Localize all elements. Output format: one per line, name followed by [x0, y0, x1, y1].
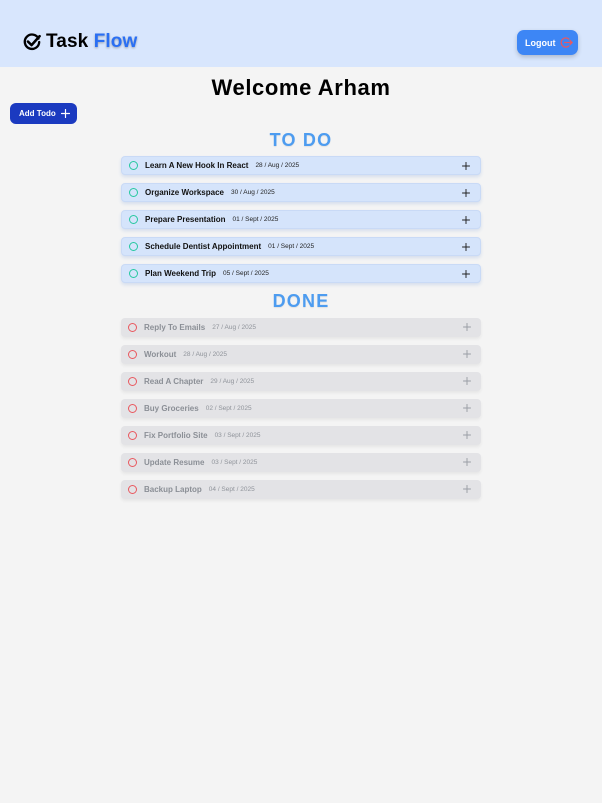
done-item-title: Update Resume: [144, 458, 205, 467]
undo-toggle-circle-icon[interactable]: [128, 377, 137, 386]
todo-item-date: 01 / Sept / 2025: [232, 216, 279, 223]
todo-item-plus-icon[interactable]: [462, 189, 470, 197]
done-item-plus-icon[interactable]: [463, 404, 471, 412]
done-item-title: Read A Chapter: [144, 377, 204, 386]
done-item-date: 04 / Sept / 2025: [208, 486, 255, 493]
logout-icon: [560, 37, 573, 48]
plus-icon: [60, 109, 70, 118]
check-circle-icon: [23, 33, 41, 51]
done-list: Reply To Emails 27 / Aug / 2025 Workout 28 …: [121, 318, 481, 499]
done-item-date: 29 / Aug / 2025: [210, 378, 255, 385]
done-item-date: 27 / Aug / 2025: [212, 324, 256, 331]
undo-toggle-circle-icon[interactable]: [128, 404, 137, 413]
done-item[interactable]: Read A Chapter 29 / Aug / 2025: [121, 372, 481, 391]
todo-item[interactable]: Plan Weekend Trip 05 / Sept / 2025: [121, 264, 481, 283]
todo-item-title: Learn A New Hook In React: [145, 161, 249, 170]
done-item-plus-icon[interactable]: [463, 377, 471, 385]
complete-toggle-circle-icon[interactable]: [129, 188, 138, 197]
todo-item-date: 30 / Aug / 2025: [231, 189, 275, 196]
add-todo-button[interactable]: Add Todo: [10, 103, 77, 124]
welcome-heading: Welcome Arham: [211, 75, 391, 100]
todo-item-date: 05 / Sept / 2025: [222, 270, 269, 277]
brand-flow-text: Flow: [93, 31, 138, 52]
done-item-date: 03 / Sept / 2025: [214, 432, 261, 439]
todo-item[interactable]: Organize Workspace 30 / Aug / 2025: [121, 183, 481, 202]
done-item[interactable]: Buy Groceries 02 / Sept / 2025: [121, 399, 481, 418]
done-item-date: 28 / Aug / 2025: [183, 351, 228, 358]
logout-button[interactable]: Logout: [517, 30, 578, 55]
done-item-title: Fix Portfolio Site: [144, 431, 208, 440]
done-item[interactable]: Fix Portfolio Site 03 / Sept / 2025: [121, 426, 481, 445]
todo-item-plus-icon[interactable]: [462, 243, 470, 251]
done-item-title: Buy Groceries: [144, 404, 199, 413]
todo-list: Learn A New Hook In React 28 / Aug / 2025…: [121, 156, 481, 283]
todo-item-plus-icon[interactable]: [462, 270, 470, 278]
todo-item-date: 28 / Aug / 2025: [255, 162, 300, 169]
done-item-title: Workout: [144, 350, 177, 359]
add-todo-label: Add Todo: [19, 109, 56, 118]
done-item[interactable]: Workout 28 / Aug / 2025: [121, 345, 481, 364]
todo-item[interactable]: Prepare Presentation 01 / Sept / 2025: [121, 210, 481, 229]
complete-toggle-circle-icon[interactable]: [129, 242, 138, 251]
todo-item-title: Organize Workspace: [145, 188, 224, 197]
done-item-plus-icon[interactable]: [463, 431, 471, 439]
todo-item-title: Schedule Dentist Appointment: [145, 242, 262, 251]
todo-item[interactable]: Schedule Dentist Appointment 01 / Sept / …: [121, 237, 481, 256]
todo-item-plus-icon[interactable]: [462, 162, 470, 170]
done-item-plus-icon[interactable]: [463, 458, 471, 466]
brand-task-text: Task: [46, 31, 89, 52]
logout-label: Logout: [525, 37, 556, 48]
undo-toggle-circle-icon[interactable]: [128, 458, 137, 467]
todo-item[interactable]: Learn A New Hook In React 28 / Aug / 2025: [121, 156, 481, 175]
done-item-title: Backup Laptop: [144, 485, 202, 494]
complete-toggle-circle-icon[interactable]: [129, 269, 138, 278]
undo-toggle-circle-icon[interactable]: [128, 431, 137, 440]
complete-toggle-circle-icon[interactable]: [129, 161, 138, 170]
done-item-date: 03 / Sept / 2025: [211, 459, 258, 466]
done-item-date: 02 / Sept / 2025: [205, 405, 252, 412]
done-item-plus-icon[interactable]: [463, 323, 471, 331]
complete-toggle-circle-icon[interactable]: [129, 215, 138, 224]
undo-toggle-circle-icon[interactable]: [128, 350, 137, 359]
todo-item-date: 01 / Sept / 2025: [268, 243, 315, 250]
done-item[interactable]: Update Resume 03 / Sept / 2025: [121, 453, 481, 472]
todo-section-title: TO DO: [269, 130, 333, 150]
brand-name: Task Flow: [46, 31, 137, 53]
todo-item-title: Plan Weekend Trip: [145, 269, 216, 278]
undo-toggle-circle-icon[interactable]: [128, 485, 137, 494]
done-item-plus-icon[interactable]: [463, 485, 471, 493]
todo-item-plus-icon[interactable]: [462, 216, 470, 224]
todo-item-title: Prepare Presentation: [145, 215, 226, 224]
done-section-title: DONE: [272, 291, 330, 311]
done-item-title: Reply To Emails: [144, 323, 206, 332]
done-item[interactable]: Reply To Emails 27 / Aug / 2025: [121, 318, 481, 337]
done-item[interactable]: Backup Laptop 04 / Sept / 2025: [121, 480, 481, 499]
done-item-plus-icon[interactable]: [463, 350, 471, 358]
undo-toggle-circle-icon[interactable]: [128, 323, 137, 332]
app-header: Task Flow Logout: [0, 0, 602, 67]
brand-logo[interactable]: Task Flow: [23, 31, 137, 53]
